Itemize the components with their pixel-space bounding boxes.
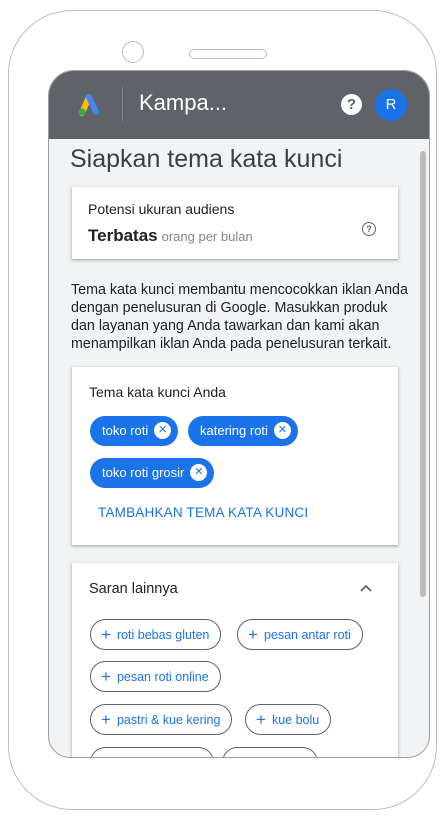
keyword-themes-title: Tema kata kunci Anda [89, 384, 226, 400]
keyword-chip[interactable]: toko roti grosir ✕ [90, 458, 215, 488]
keyword-chip[interactable]: toko roti ✕ [90, 416, 179, 446]
suggestion-chip[interactable]: + pesan roti online [90, 661, 221, 692]
avatar[interactable]: R [375, 89, 407, 121]
suggestions-title: Saran lainnya [89, 581, 178, 597]
audience-value-text: Terbatas [88, 226, 158, 245]
suggestion-chip-partial[interactable] [90, 747, 214, 757]
suggestion-chip-label: roti bebas gluten [116, 628, 210, 642]
keyword-chip-label: toko roti [102, 423, 149, 438]
audience-size-card: Potensi ukuran audiens Terbatas orang per… [72, 187, 398, 259]
help-icon[interactable]: ? [341, 94, 362, 115]
suggestion-chip-label: pesan antar roti [263, 628, 351, 642]
campaign-title: Kampa... [139, 90, 228, 115]
suggestions-card: Saran lainnya + roti bebas gluten + pesan … [72, 563, 398, 757]
audience-unit: orang per bulan [161, 229, 253, 244]
page-title: Siapkan tema kata kunci [70, 145, 343, 173]
suggestion-chip[interactable]: + pastri & kue kering [90, 704, 233, 735]
close-icon[interactable]: ✕ [273, 422, 291, 440]
suggestion-chip[interactable]: + pesan antar roti [237, 619, 363, 650]
suggestion-chip[interactable]: + roti bebas gluten [90, 619, 222, 650]
speaker-grille [189, 49, 267, 59]
close-icon[interactable]: ✕ [154, 422, 172, 440]
screen: Kampa... ? R Siapkan tema kata kunci Pot… [48, 70, 430, 758]
audience-value: Terbatas orang per bulan [88, 226, 253, 246]
audience-label: Potensi ukuran audiens [88, 201, 235, 217]
plus-icon: + [101, 625, 111, 644]
info-icon[interactable]: ? [362, 222, 376, 236]
keyword-chip[interactable]: katering roti ✕ [188, 416, 298, 446]
add-keyword-theme-button[interactable]: TAMBAHKAN TEMA KATA KUNCI [98, 505, 308, 520]
plus-icon: + [248, 625, 258, 644]
keyword-chip-label: toko roti grosir [102, 465, 185, 480]
suggestion-chip-label: pastri & kue kering [116, 713, 221, 727]
close-icon[interactable]: ✕ [190, 464, 208, 482]
appbar-divider [122, 87, 123, 121]
camera-icon [122, 41, 144, 63]
plus-icon: + [101, 710, 111, 729]
suggestion-chip-label: kue bolu [271, 713, 320, 727]
plus-icon: + [256, 710, 266, 729]
suggestion-chip-partial[interactable] [222, 747, 318, 757]
keyword-chip-label: katering roti [200, 423, 268, 438]
google-ads-logo-icon [78, 94, 99, 116]
plus-icon: + [101, 667, 111, 686]
scrollbar[interactable] [420, 151, 426, 597]
suggestion-chip-label: pesan roti online [116, 670, 209, 684]
app-bar: Kampa... ? R [49, 71, 429, 139]
description-text: Tema kata kunci membantu mencocokkan ikl… [71, 282, 408, 352]
suggestion-chip[interactable]: + kue bolu [245, 704, 332, 735]
chevron-up-icon[interactable] [359, 581, 373, 595]
keyword-themes-card: Tema kata kunci Anda toko roti ✕ katering… [72, 367, 398, 545]
